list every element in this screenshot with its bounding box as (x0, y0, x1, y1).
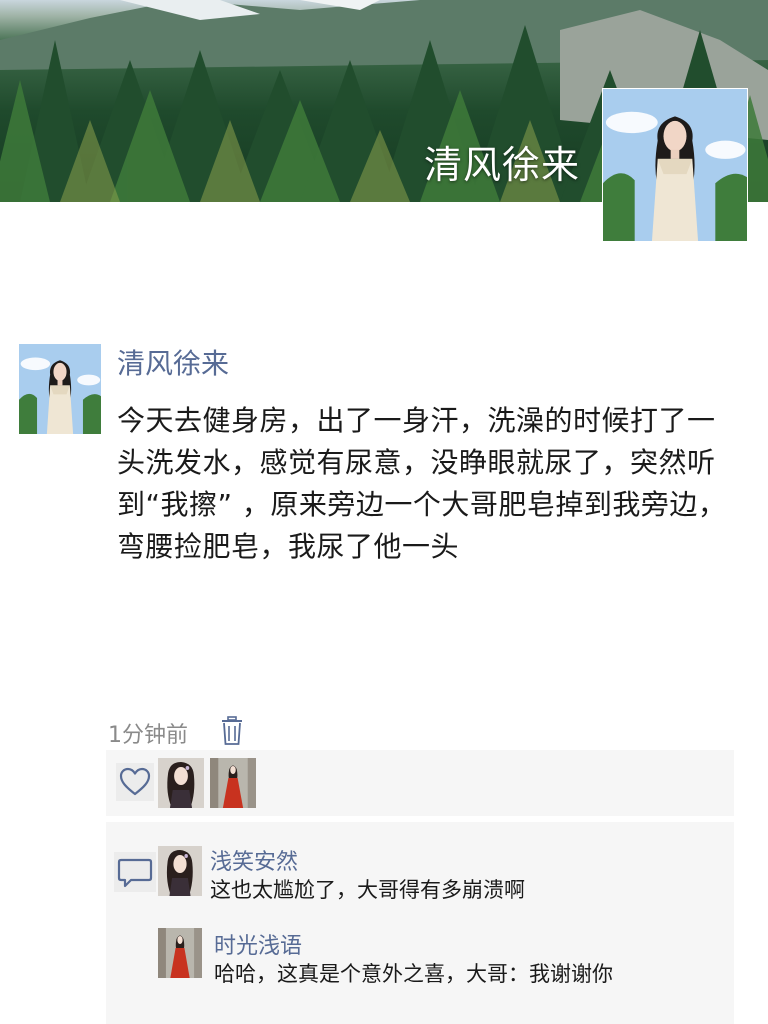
comment-author-1[interactable]: 浅笑安然 (210, 844, 298, 876)
post-author-name[interactable]: 清风徐来 (117, 342, 229, 382)
comment-avatar-2[interactable] (158, 928, 202, 978)
heart-icon[interactable] (116, 763, 154, 801)
comment-text-1[interactable]: 这也太尴尬了，大哥得有多崩溃啊 (210, 874, 525, 904)
comment-author-2[interactable]: 时光浅语 (214, 928, 302, 960)
cover-username: 清风徐来 (424, 143, 581, 187)
post-text: 今天去健身房，出了一身汗，洗澡的时候打了一头洗发水，感觉有尿意，没睁眼就尿了，突… (117, 404, 727, 563)
post-timestamp: 1分钟前 (108, 723, 188, 748)
like-avatar-dark-hair-girl[interactable] (158, 758, 204, 808)
comment-avatar-1[interactable] (158, 846, 202, 896)
cover-avatar[interactable] (602, 88, 748, 242)
post-author-avatar[interactable] (19, 344, 101, 434)
chat-bubble-icon[interactable] (114, 852, 156, 892)
trash-icon[interactable] (220, 716, 244, 746)
likes-panel (106, 750, 734, 816)
comments-panel: 浅笑安然 这也太尴尬了，大哥得有多崩溃啊 时光浅语 哈哈，这真是个意外之喜，大哥… (106, 822, 734, 1024)
comment-text-2[interactable]: 哈哈，这真是个意外之喜，大哥：我谢谢你 (214, 958, 613, 988)
like-avatar-red-dress-girl[interactable] (210, 758, 256, 808)
